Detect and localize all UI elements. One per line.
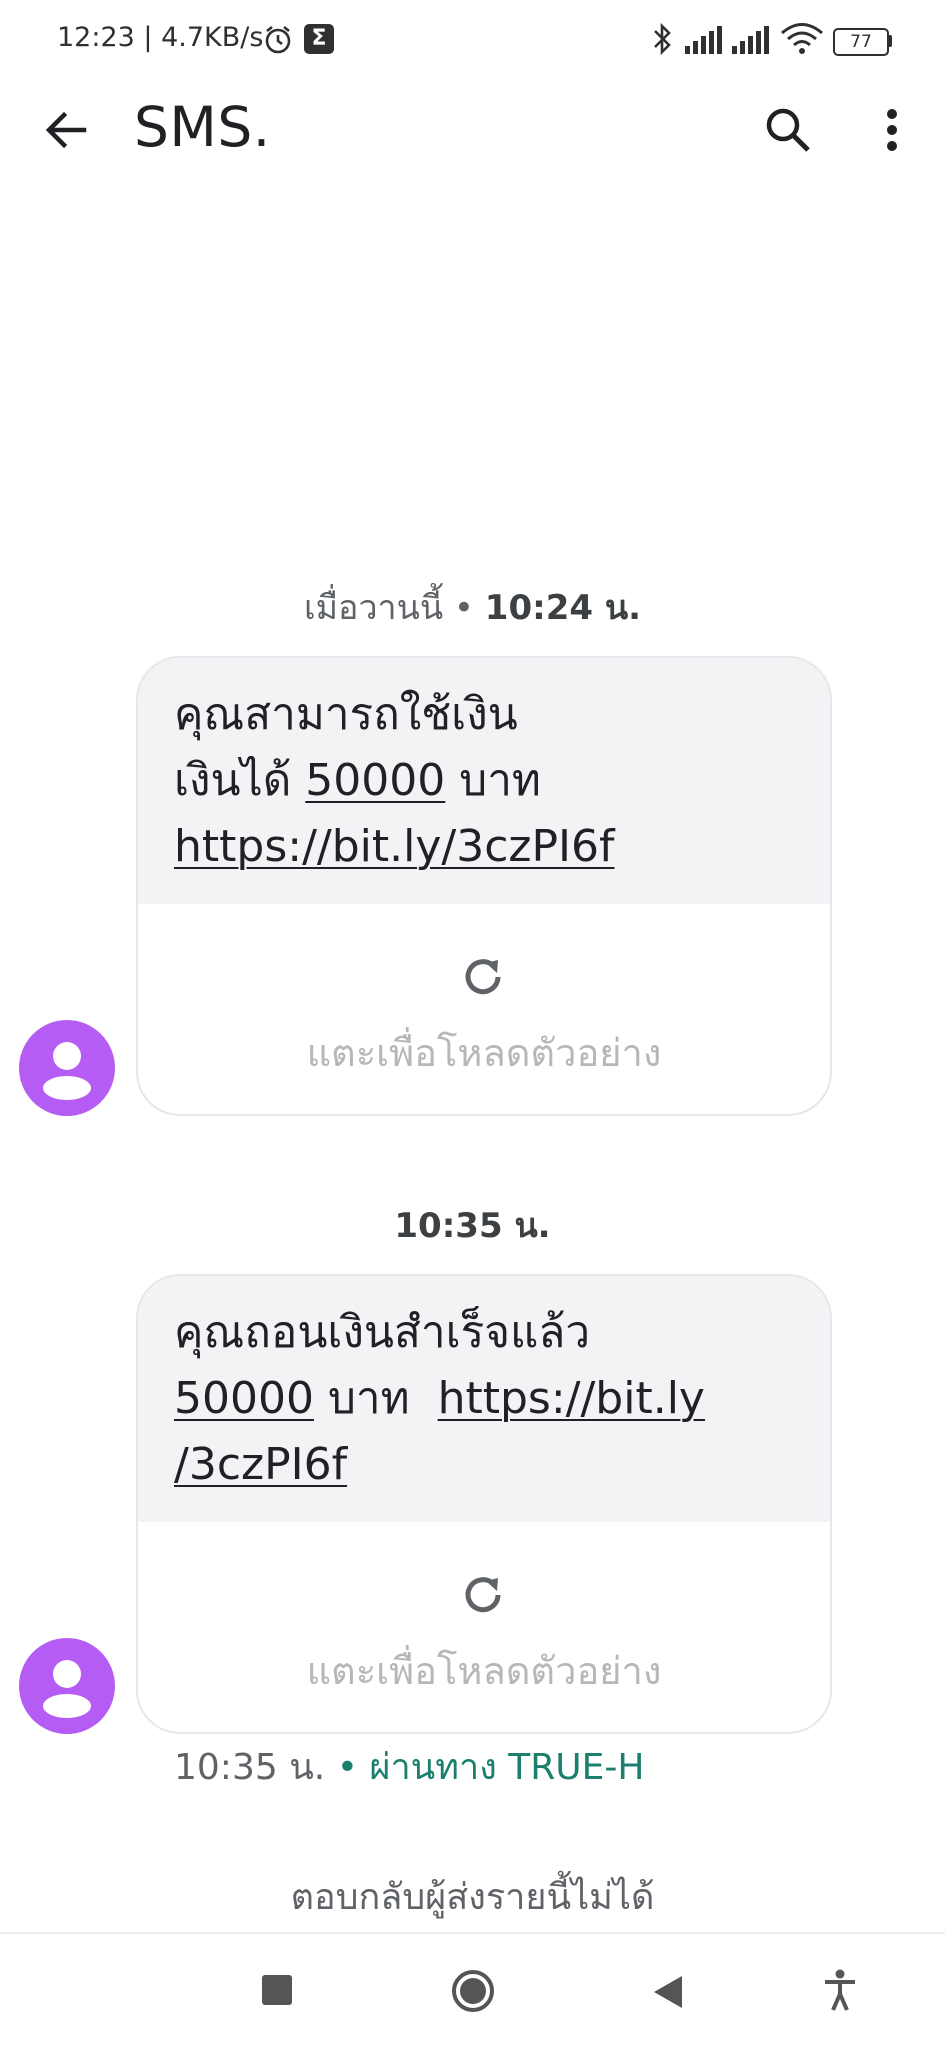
message-text: คุณสามารถใช้เงิน เงินได้ 50000 บาท https…: [138, 658, 830, 904]
battery-tip: [888, 35, 892, 47]
accessibility-icon[interactable]: [822, 1968, 858, 2012]
refresh-icon: [465, 1577, 501, 1613]
message-timestamp: เมื่อวานนี้ • 10:24 น.: [0, 580, 945, 634]
search-icon: [766, 108, 810, 152]
message-meta: 10:35 น. • ผ่านทาง TRUE-H: [174, 1738, 644, 1795]
arrow-back-icon: [45, 111, 87, 149]
status-bar: 12:23 | 4.7KB/s Σ 77: [0, 0, 945, 82]
message-bubble[interactable]: คุณถอนเงินสำเร็จแล้ว 50000 บาท https://b…: [136, 1274, 832, 1734]
message-fragment: บาท: [445, 755, 541, 806]
message-fragment: บาท: [313, 1373, 438, 1424]
preview-label: แตะเพื่อโหลดตัวอย่าง: [306, 1649, 662, 1693]
more-vert-icon: [887, 109, 897, 151]
battery-indicator: 77: [833, 28, 889, 56]
avatar[interactable]: [19, 1020, 115, 1116]
wifi-icon: [781, 23, 823, 54]
refresh-icon: [465, 959, 501, 995]
message-line: เงินได้ 50000 บาท: [174, 748, 794, 814]
message-line: คุณถอนเงินสำเร็จแล้ว: [174, 1307, 591, 1358]
timestamp-time: 10:35 น.: [394, 1206, 551, 1246]
url-link[interactable]: https://bit.ly: [438, 1373, 705, 1424]
timestamp-time: 10:24 น.: [484, 588, 642, 628]
avatar[interactable]: [19, 1638, 115, 1734]
person-icon: [43, 1660, 91, 1718]
message-line: 50000 บาท https://bit.ly: [174, 1366, 794, 1432]
link-preview[interactable]: แตะเพื่อโหลดตัวอย่าง: [138, 904, 830, 1114]
person-icon: [43, 1042, 91, 1100]
message-line: คุณสามารถใช้เงิน: [174, 689, 518, 740]
recents-button[interactable]: [262, 1975, 292, 2005]
message-line: https://bit.ly/3czPI6f: [174, 814, 794, 880]
message-fragment: เงินได้: [174, 755, 306, 806]
conversation-title: SMS.: [134, 95, 271, 159]
amount-link[interactable]: 50000: [305, 755, 445, 806]
status-time-speed: 12:23 | 4.7KB/s: [57, 22, 264, 53]
search-button[interactable]: [758, 100, 818, 160]
signal-icon: [685, 26, 722, 54]
no-reply-notice: ตอบกลับผู้ส่งรายนี้ไม่ได้: [290, 1877, 655, 1918]
url-link[interactable]: https://bit.ly/3czPI6f: [174, 821, 614, 872]
nav-back-button[interactable]: [650, 1972, 686, 2012]
message-bubble[interactable]: คุณสามารถใช้เงิน เงินได้ 50000 บาท https…: [136, 656, 832, 1116]
via-carrier: • ผ่านทาง TRUE-H: [325, 1747, 645, 1788]
home-button[interactable]: [450, 1968, 496, 2014]
message-text: คุณถอนเงินสำเร็จแล้ว 50000 บาท https://b…: [138, 1276, 830, 1522]
signal-icon: [732, 26, 769, 54]
amount-link[interactable]: 50000: [174, 1373, 314, 1424]
meta-time: 10:35 น.: [174, 1747, 326, 1788]
timestamp-day: เมื่อวานนี้ •: [303, 588, 485, 628]
more-options-button[interactable]: [862, 100, 922, 160]
preview-label: แตะเพื่อโหลดตัวอย่าง: [306, 1031, 662, 1075]
message-line: /3czPI6f: [174, 1432, 794, 1498]
message-timestamp: 10:35 น.: [0, 1198, 945, 1252]
back-button[interactable]: [36, 100, 96, 160]
link-preview[interactable]: แตะเพื่อโหลดตัวอย่าง: [138, 1522, 830, 1732]
bluetooth-icon: [654, 22, 671, 56]
sigma-icon: Σ: [304, 24, 334, 54]
alarm-icon: [265, 25, 291, 54]
url-link[interactable]: /3czPI6f: [174, 1439, 347, 1490]
